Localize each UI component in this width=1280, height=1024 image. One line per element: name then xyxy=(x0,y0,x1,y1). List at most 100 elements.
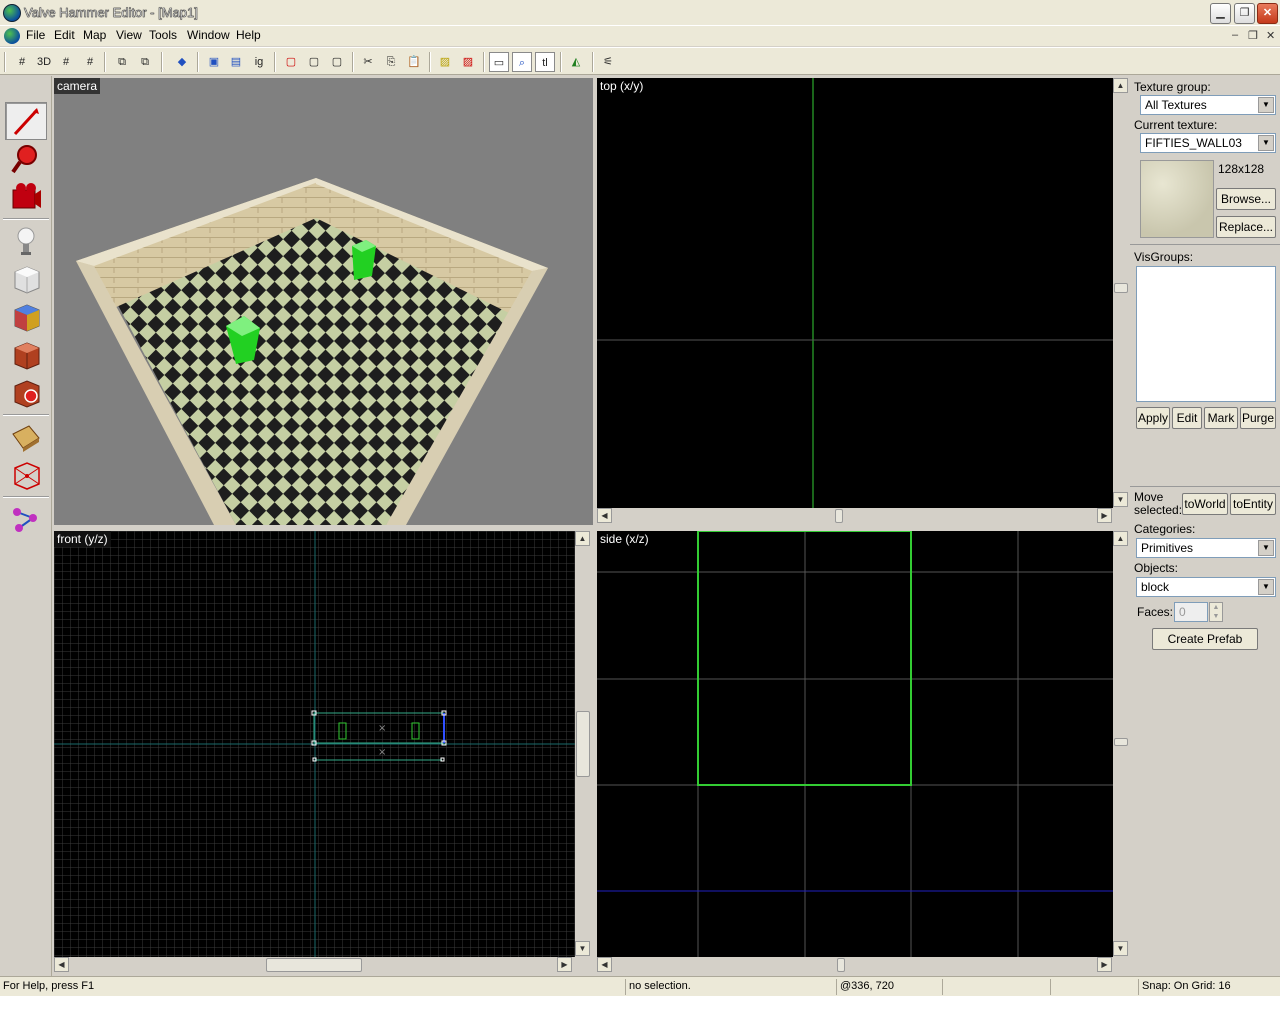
scroll-down-arrow-icon[interactable]: ▼ xyxy=(575,941,590,956)
grid-dots-icon[interactable]: # xyxy=(56,52,76,72)
copy-icon[interactable]: ⎘ xyxy=(381,52,401,72)
side-viewport[interactable]: side (x/z) xyxy=(597,531,1113,957)
clipping-tool-icon[interactable] xyxy=(5,456,47,494)
apply-visgroup-button[interactable]: Apply xyxy=(1136,407,1170,429)
document-globe-icon[interactable] xyxy=(4,28,20,44)
scroll-thumb[interactable] xyxy=(837,958,845,972)
grid-icon[interactable]: # xyxy=(12,52,32,72)
decal-tool-icon[interactable] xyxy=(5,374,47,412)
side-viewport-hscroll[interactable]: ◀ ▶ xyxy=(597,957,1113,973)
scroll-left-arrow-icon[interactable]: ◀ xyxy=(597,508,612,523)
chevron-down-icon[interactable]: ▼ xyxy=(1258,579,1274,595)
scroll-right-arrow-icon[interactable]: ▶ xyxy=(1097,508,1112,523)
scroll-down-arrow-icon[interactable]: ▼ xyxy=(1113,492,1128,507)
grid-plus-icon[interactable]: # xyxy=(80,52,100,72)
cut-icon[interactable]: ✂ xyxy=(358,52,378,72)
menu-view[interactable]: View xyxy=(116,28,142,42)
entity-tool-icon[interactable] xyxy=(5,222,47,260)
select-entity-icon[interactable]: ▣ xyxy=(204,52,224,72)
ungroup-icon[interactable]: ⧉ xyxy=(135,52,155,72)
scroll-right-arrow-icon[interactable]: ▶ xyxy=(1097,957,1112,972)
texture-lock-icon[interactable]: ▨ xyxy=(435,52,455,72)
scroll-thumb[interactable] xyxy=(1114,283,1128,293)
select-box-icon[interactable]: ▭ xyxy=(489,52,509,72)
cube-icon[interactable]: ▢ xyxy=(327,52,347,72)
scroll-thumb[interactable] xyxy=(835,509,843,523)
minimize-button[interactable]: ▁ xyxy=(1210,3,1231,24)
hide-icon[interactable]: ◆ xyxy=(172,52,192,72)
scroll-up-arrow-icon[interactable]: ▲ xyxy=(1113,531,1128,546)
camera-tool-icon[interactable] xyxy=(5,178,47,216)
ignore-groups-icon[interactable]: ig xyxy=(249,52,269,72)
scroll-thumb[interactable] xyxy=(266,958,362,972)
path-tool-icon[interactable] xyxy=(5,500,47,538)
toolbar-separator xyxy=(483,52,485,72)
paste-icon[interactable]: 📋 xyxy=(404,52,424,72)
scroll-up-arrow-icon[interactable]: ▲ xyxy=(575,531,590,546)
menu-help[interactable]: Help xyxy=(236,28,261,42)
create-prefab-button[interactable]: Create Prefab xyxy=(1152,628,1258,650)
compile-icon[interactable]: ⚟ xyxy=(598,52,618,72)
select-group-icon[interactable]: ▤ xyxy=(226,52,246,72)
mdi-minimize-button[interactable]: – xyxy=(1232,29,1238,41)
scroll-thumb[interactable] xyxy=(1114,738,1128,746)
scroll-right-arrow-icon[interactable]: ▶ xyxy=(557,957,572,972)
mark-visgroup-button[interactable]: Mark xyxy=(1204,407,1238,429)
selection-tool-icon[interactable] xyxy=(5,102,47,140)
menu-edit[interactable]: Edit xyxy=(54,28,75,42)
title-bar[interactable]: Valve Hammer Editor - [Map1] ▁ ❐ ✕ xyxy=(0,0,1280,26)
3d-grid-icon[interactable]: 3D xyxy=(34,52,54,72)
scroll-left-arrow-icon[interactable]: ◀ xyxy=(54,957,69,972)
run-map-icon[interactable]: ◭ xyxy=(566,52,586,72)
top-viewport-hscroll[interactable]: ◀ ▶ xyxy=(597,508,1113,524)
side-viewport-vscroll[interactable]: ▲ ▼ xyxy=(1113,531,1129,957)
camera-viewport[interactable]: camera xyxy=(54,78,593,525)
texture-group-dropdown[interactable]: All Textures ▼ xyxy=(1140,95,1276,115)
hollow-icon[interactable]: ▢ xyxy=(304,52,324,72)
top-viewport[interactable]: top (x/y) xyxy=(597,78,1113,508)
front-viewport[interactable]: × × front (y/z) xyxy=(54,531,575,957)
scroll-up-arrow-icon[interactable]: ▲ xyxy=(1113,78,1128,93)
replace-button[interactable]: Replace... xyxy=(1216,216,1276,238)
chevron-down-icon[interactable]: ▼ xyxy=(1258,97,1274,113)
front-viewport-vscroll[interactable]: ▲ ▼ xyxy=(575,531,591,957)
to-entity-button[interactable]: toEntity xyxy=(1230,493,1276,515)
mdi-restore-button[interactable]: ❐ xyxy=(1248,29,1258,42)
overlay-tool-icon[interactable] xyxy=(5,418,47,456)
apply-texture-icon[interactable] xyxy=(5,336,47,374)
scroll-thumb[interactable] xyxy=(576,711,590,777)
mdi-close-button[interactable]: ✕ xyxy=(1266,29,1275,42)
scroll-left-arrow-icon[interactable]: ◀ xyxy=(597,957,612,972)
chevron-down-icon[interactable]: ▼ xyxy=(1258,540,1274,556)
to-world-button[interactable]: toWorld xyxy=(1182,493,1228,515)
faces-input[interactable]: 0 xyxy=(1174,602,1208,622)
group-icon[interactable]: ⧉ xyxy=(112,52,132,72)
tl-icon[interactable]: tl xyxy=(535,52,555,72)
magnify-icon[interactable]: ⌕ xyxy=(512,52,532,72)
objects-dropdown[interactable]: block ▼ xyxy=(1136,577,1276,597)
magnify-tool-icon[interactable] xyxy=(5,140,47,178)
current-texture-dropdown[interactable]: FIFTIES_WALL03 ▼ xyxy=(1140,133,1276,153)
menu-window[interactable]: Window xyxy=(187,28,230,42)
edit-visgroup-button[interactable]: Edit xyxy=(1172,407,1202,429)
texture-application-icon[interactable] xyxy=(5,298,47,336)
scroll-down-arrow-icon[interactable]: ▼ xyxy=(1113,941,1128,956)
app-globe-icon[interactable] xyxy=(3,4,21,22)
faces-spinner[interactable]: ▲ ▼ xyxy=(1209,602,1223,622)
menu-map[interactable]: Map xyxy=(83,28,106,42)
visgroups-list[interactable] xyxy=(1136,266,1276,402)
block-tool-icon[interactable] xyxy=(5,260,47,298)
carve-icon[interactable]: ▢ xyxy=(281,52,301,72)
purge-visgroup-button[interactable]: Purge xyxy=(1240,407,1276,429)
restore-button[interactable]: ❐ xyxy=(1234,3,1255,24)
categories-dropdown[interactable]: Primitives ▼ xyxy=(1136,538,1276,558)
menu-file[interactable]: File xyxy=(26,28,45,42)
front-viewport-hscroll[interactable]: ◀ ▶ xyxy=(54,957,575,973)
browse-button[interactable]: Browse... xyxy=(1216,188,1276,210)
chevron-down-icon[interactable]: ▼ xyxy=(1258,135,1274,151)
texture-scale-lock-icon[interactable]: ▨ xyxy=(458,52,478,72)
close-button[interactable]: ✕ xyxy=(1257,3,1278,24)
top-viewport-vscroll[interactable]: ▲ ▼ xyxy=(1113,78,1129,508)
menu-tools[interactable]: Tools xyxy=(149,28,177,42)
toolbar-separator xyxy=(592,52,594,72)
